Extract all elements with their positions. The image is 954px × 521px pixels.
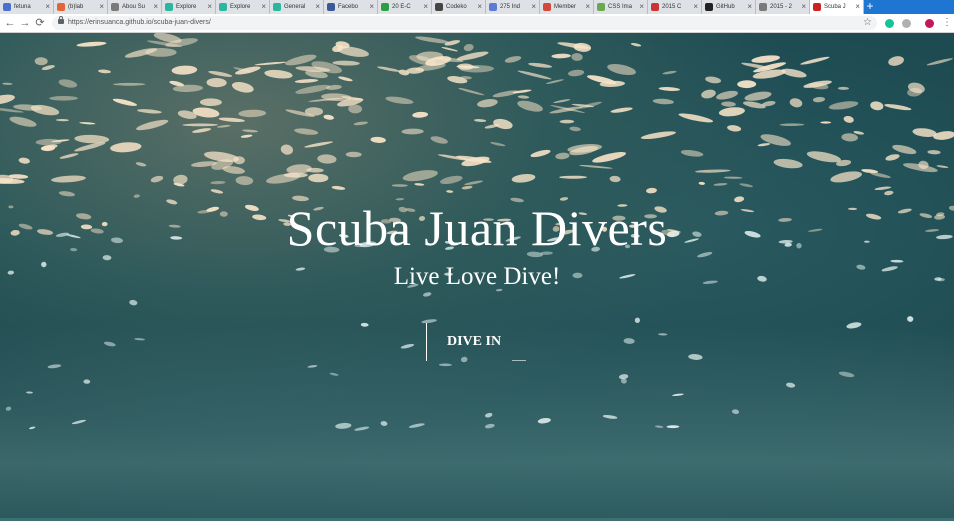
hero-section: Scuba Juan Divers Live Love Dive! DIVE I… bbox=[0, 33, 954, 521]
tab-favicon-icon bbox=[381, 3, 389, 11]
grammarly-icon[interactable] bbox=[885, 19, 894, 28]
tab-label: GitHub bbox=[716, 4, 735, 10]
browser-tab[interactable]: Abou Su × bbox=[108, 0, 162, 14]
browser-tab[interactable]: Facebo × bbox=[324, 0, 378, 14]
tab-close-icon[interactable]: × bbox=[747, 0, 752, 14]
browser-tab[interactable]: General × bbox=[270, 0, 324, 14]
browser-tab[interactable]: Explore × bbox=[216, 0, 270, 14]
address-bar[interactable]: https://erinsuanca.github.io/scuba-juan-… bbox=[52, 16, 877, 30]
tab-close-icon[interactable]: × bbox=[585, 0, 590, 14]
tab-label: Codeko bbox=[446, 4, 467, 10]
tab-close-icon[interactable]: × bbox=[369, 0, 374, 14]
bookmark-star-icon[interactable]: ☆ bbox=[863, 16, 872, 30]
tab-favicon-icon bbox=[273, 3, 281, 11]
tab-favicon-icon bbox=[651, 3, 659, 11]
tab-label: General bbox=[284, 4, 306, 10]
browser-tab[interactable]: Codeko × bbox=[432, 0, 486, 14]
browser-tab[interactable]: Explore × bbox=[162, 0, 216, 14]
tab-list: fetuna × (b)lab × Abou Su × Explore × Explore × Ge… bbox=[0, 0, 864, 14]
browser-tab[interactable]: 2015 - 2 × bbox=[756, 0, 810, 14]
tab-close-icon[interactable]: × bbox=[207, 0, 212, 14]
tab-favicon-icon bbox=[111, 3, 119, 11]
forward-button[interactable]: → bbox=[18, 16, 32, 30]
tab-label: Facebo bbox=[338, 4, 359, 10]
new-tab-button[interactable]: + bbox=[862, 0, 878, 14]
tab-favicon-icon bbox=[705, 3, 713, 11]
tab-favicon-icon bbox=[3, 3, 11, 11]
tab-label: Scuba J bbox=[824, 4, 846, 10]
browser-toolbar: ← → ⟳ https://erinsuanca.github.io/scuba… bbox=[0, 14, 954, 33]
tab-label: Member bbox=[554, 4, 577, 10]
tab-label: fetuna bbox=[14, 4, 31, 10]
tab-label: 275 Ind bbox=[500, 4, 521, 10]
tab-close-icon[interactable]: × bbox=[423, 0, 428, 14]
extension-icon[interactable] bbox=[902, 19, 911, 28]
tab-close-icon[interactable]: × bbox=[315, 0, 320, 14]
dive-in-button[interactable]: DIVE IN bbox=[426, 323, 526, 361]
tab-label: Explore bbox=[230, 4, 251, 10]
tab-favicon-icon bbox=[813, 3, 821, 11]
tab-close-icon[interactable]: × bbox=[531, 0, 536, 14]
browser-tab[interactable]: GitHub × bbox=[702, 0, 756, 14]
tab-label: Explore bbox=[176, 4, 197, 10]
tab-label: (b)lab bbox=[68, 4, 84, 10]
tab-favicon-icon bbox=[57, 3, 65, 11]
browser-tab[interactable]: fetuna × bbox=[0, 0, 54, 14]
tab-favicon-icon bbox=[543, 3, 551, 11]
browser-menu-icon[interactable]: ⋮ bbox=[942, 16, 952, 30]
tab-strip: fetuna × (b)lab × Abou Su × Explore × Explore × Ge… bbox=[0, 0, 954, 14]
tab-close-icon[interactable]: × bbox=[45, 0, 50, 14]
tab-close-icon[interactable]: × bbox=[153, 0, 158, 14]
tab-favicon-icon bbox=[165, 3, 173, 11]
reload-button[interactable]: ⟳ bbox=[33, 16, 47, 30]
tab-label: 20 E-C bbox=[392, 4, 411, 10]
tab-label: 2015 - 2 bbox=[770, 4, 793, 10]
hero-content: Scuba Juan Divers Live Love Dive! DIVE I… bbox=[0, 33, 954, 521]
tab-favicon-icon bbox=[759, 3, 767, 11]
url-text: https://erinsuanca.github.io/scuba-juan-… bbox=[68, 19, 211, 26]
browser-tab[interactable]: 20 E-C × bbox=[378, 0, 432, 14]
tab-label: CSS Ima bbox=[608, 4, 633, 10]
profile-avatar[interactable] bbox=[925, 19, 934, 28]
tab-close-icon[interactable]: × bbox=[477, 0, 482, 14]
tab-favicon-icon bbox=[489, 3, 497, 11]
browser-tab[interactable]: Scuba J × bbox=[810, 0, 864, 14]
hero-subtitle: Live Love Dive! bbox=[393, 263, 561, 290]
browser-tab[interactable]: (b)lab × bbox=[54, 0, 108, 14]
tab-favicon-icon bbox=[327, 3, 335, 11]
tab-close-icon[interactable]: × bbox=[99, 0, 104, 14]
tab-close-icon[interactable]: × bbox=[693, 0, 698, 14]
back-button[interactable]: ← bbox=[3, 16, 17, 30]
tab-label: 2015 C bbox=[662, 4, 682, 10]
tab-close-icon[interactable]: × bbox=[639, 0, 644, 14]
tab-favicon-icon bbox=[219, 3, 227, 11]
tab-close-icon[interactable]: × bbox=[261, 0, 266, 14]
tab-close-icon[interactable]: × bbox=[855, 0, 860, 14]
tab-close-icon[interactable]: × bbox=[801, 0, 806, 14]
window-controls bbox=[884, 0, 954, 14]
browser-tab[interactable]: 2015 C × bbox=[648, 0, 702, 14]
tab-label: Abou Su bbox=[122, 4, 146, 10]
browser-tab[interactable]: Member × bbox=[540, 0, 594, 14]
lock-icon bbox=[58, 16, 64, 24]
browser-tab[interactable]: CSS Ima × bbox=[594, 0, 648, 14]
hero-title: Scuba Juan Divers bbox=[286, 200, 668, 256]
tab-favicon-icon bbox=[435, 3, 443, 11]
tab-favicon-icon bbox=[597, 3, 605, 11]
browser-tab[interactable]: 275 Ind × bbox=[486, 0, 540, 14]
